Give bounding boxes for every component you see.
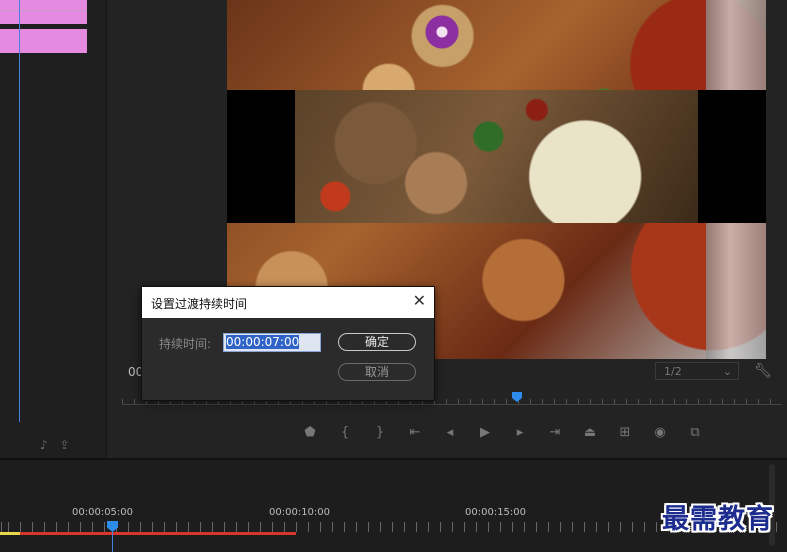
extract-icon[interactable]: ⊞ [617,425,633,440]
timeline-clip[interactable] [0,0,87,24]
go-to-in-icon[interactable]: ⇤ [407,425,423,440]
mark-in-icon[interactable]: { [337,425,353,440]
dialog-titlebar[interactable]: 设置过渡持续时间 ✕ [142,287,434,318]
lift-icon[interactable]: ⏏ [582,425,598,440]
add-marker-icon[interactable]: ⬟ [302,425,318,440]
step-back-icon[interactable]: ◂ [442,425,458,440]
transport-controls: ⬟ { } ⇤ ◂ ▶ ▸ ⇥ ⏏ ⊞ ◉ ⧉ [302,425,703,440]
timeline-time-label: 00:00:10:00 [269,507,331,518]
dialog-title: 设置过渡持续时间 [151,297,248,311]
audio-icon[interactable]: ♪ [40,438,48,452]
play-icon[interactable]: ▶ [477,425,493,440]
export-icon[interactable]: ⇪ [60,438,70,452]
resolution-select[interactable]: 1/2 ⌄ [655,362,739,380]
transition-letterbox [227,90,766,223]
button-editor-icon[interactable]: ⧉ [687,425,703,440]
step-forward-icon[interactable]: ▸ [512,425,528,440]
transition-duration-dialog: 设置过渡持续时间 ✕ 持续时间: 00:00:07:00 确定 取消 [141,286,435,401]
source-panel: ♪ ⇪ [0,0,107,458]
transition-inset-frame [295,90,698,223]
ok-button[interactable]: 确定 [338,333,416,351]
work-area-bar[interactable] [0,532,296,535]
flower-decoration [422,12,462,52]
export-frame-icon[interactable]: ◉ [652,425,668,440]
duration-label: 持续时间: [159,337,212,351]
watermark-logo: 最需教育 [662,504,774,535]
cancel-button[interactable]: 取消 [338,363,416,381]
wrench-icon[interactable]: 🔧︎ [754,363,772,379]
timeline-time-label: 00:00:15:00 [465,507,527,518]
resolution-value: 1/2 [664,365,682,378]
close-icon[interactable]: ✕ [413,293,426,309]
go-to-out-icon[interactable]: ⇥ [547,425,563,440]
chevron-down-icon: ⌄ [722,365,732,378]
timeline-clip[interactable] [0,29,87,53]
duration-input[interactable]: 00:00:07:00 [223,333,321,352]
duration-value: 00:00:07:00 [226,335,300,349]
timeline-time-label: 00:00:05:00 [72,507,134,518]
playhead-line [19,0,20,422]
work-area-start [0,532,20,535]
mark-out-icon[interactable]: } [372,425,388,440]
